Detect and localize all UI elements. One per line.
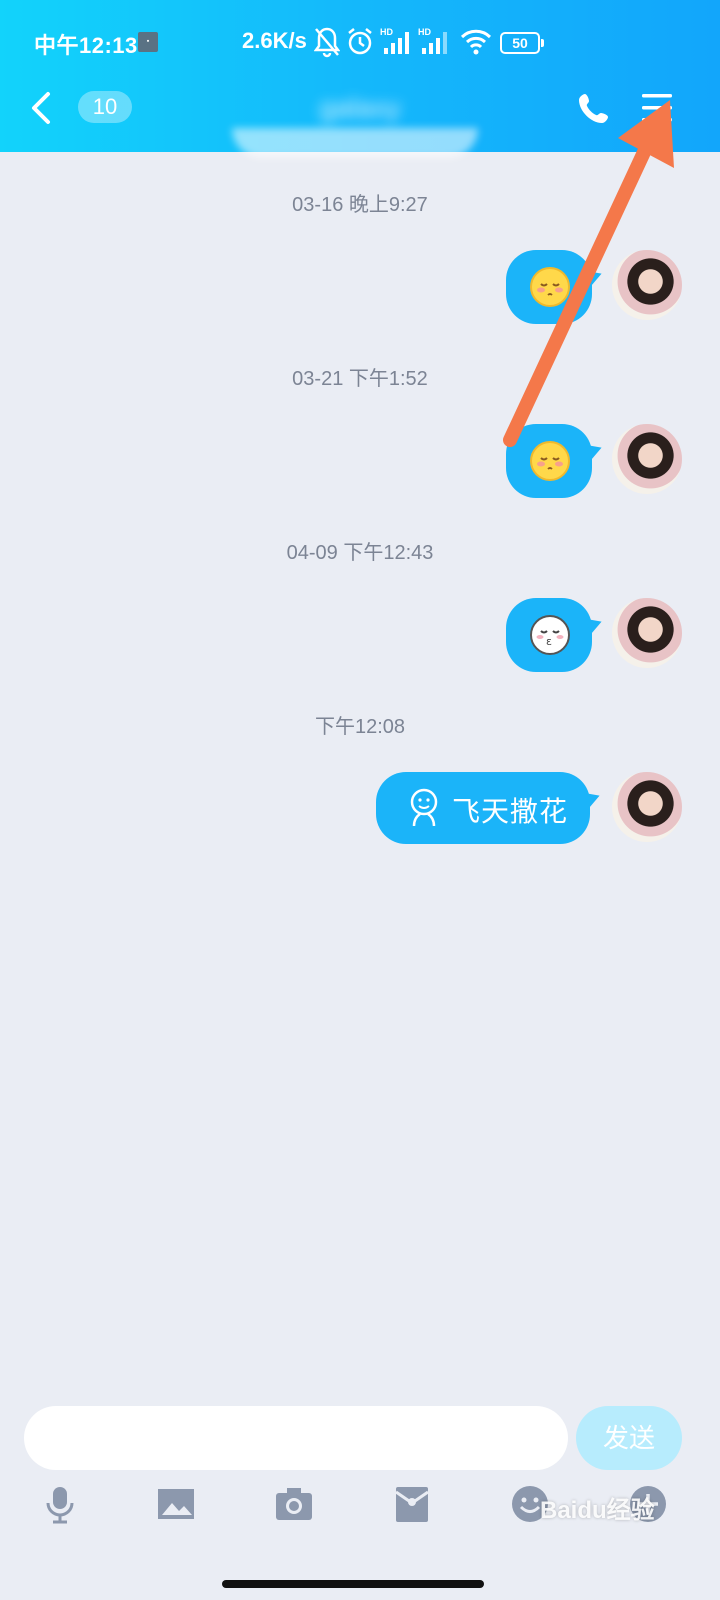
red-packet-icon[interactable] (392, 1484, 432, 1524)
avatar[interactable] (612, 772, 682, 842)
menu-button[interactable] (640, 90, 676, 126)
message-timestamp: 04-09 下午12:43 (286, 542, 434, 564)
wifi-icon (460, 29, 492, 55)
signal-hd-icon: HD (380, 27, 409, 54)
watermark: Baidu经验 (540, 1497, 655, 1524)
battery-icon: 50 (500, 32, 544, 54)
unread-count-badge[interactable]: 10 (78, 91, 132, 123)
avatar[interactable] (612, 250, 682, 320)
message-timestamp: 下午12:08 (314, 716, 406, 738)
home-indicator[interactable] (222, 1580, 484, 1588)
microphone-icon[interactable] (40, 1484, 80, 1524)
avatar[interactable] (612, 598, 682, 668)
avatar[interactable] (612, 424, 682, 494)
name-blur-overlay (232, 128, 478, 158)
contact-name[interactable]: galaxy (240, 86, 480, 130)
app-notification-icon: ▪ (138, 32, 158, 52)
phone-call-button[interactable] (576, 90, 612, 126)
message-timestamp: 03-16 晚上9:27 (292, 194, 428, 216)
status-bar: 中午12:13 ▪ 2.6K/s HD HD 50 (0, 22, 720, 66)
message-bubble[interactable] (506, 424, 592, 498)
message-bubble[interactable] (506, 250, 592, 324)
message-input[interactable] (24, 1406, 568, 1470)
chat-header: 中午12:13 ▪ 2.6K/s HD HD 50 10 galaxy (0, 0, 720, 158)
svg-text:ε: ε (546, 635, 552, 648)
message-timestamp: 03-21 下午1:52 (292, 368, 428, 390)
send-button[interactable]: 发送 (576, 1406, 682, 1470)
message-bubble[interactable]: 飞天撒花 (376, 772, 590, 844)
shy-face-icon (530, 267, 570, 307)
image-icon[interactable] (156, 1484, 196, 1524)
alarm-icon (348, 28, 372, 55)
signal-hd-icon: HD (418, 27, 447, 54)
shy-face-icon (530, 441, 570, 481)
message-text: 飞天撒花 (452, 795, 569, 828)
status-time: 中午12:13 (34, 33, 138, 58)
notification-off-icon (314, 27, 340, 58)
smile-sticker-icon (410, 788, 438, 827)
kiss-face-icon: ε (530, 615, 570, 655)
svg-text:HD: HD (418, 27, 431, 37)
message-bubble[interactable]: ε (506, 598, 592, 672)
network-speed: 2.6K/s (242, 28, 307, 53)
back-button[interactable] (26, 88, 58, 128)
svg-text:HD: HD (380, 27, 393, 37)
camera-icon[interactable] (274, 1484, 314, 1524)
